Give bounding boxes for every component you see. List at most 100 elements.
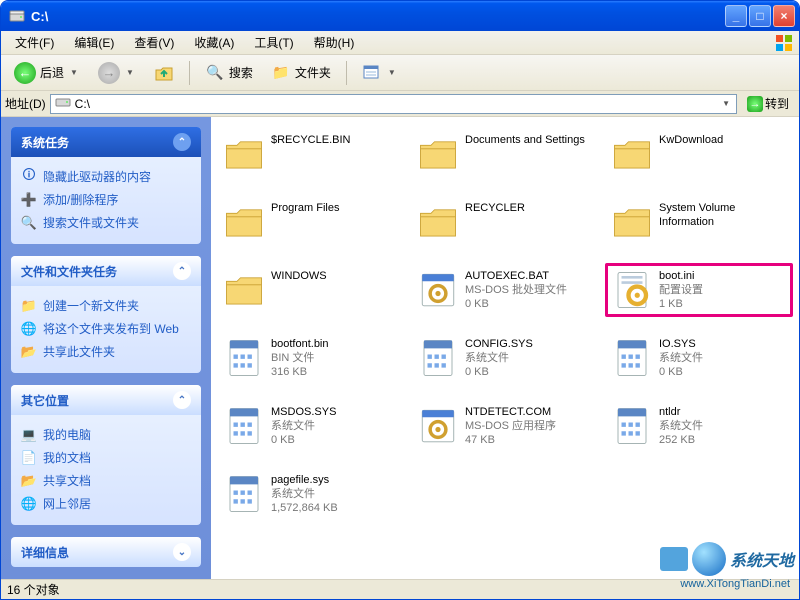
menu-help[interactable]: 帮助(H) — [304, 32, 365, 53]
file-tile[interactable]: NTDETECT.COMMS-DOS 应用程序47 KB — [411, 399, 599, 453]
file-tile[interactable]: System Volume Information — [605, 195, 793, 249]
file-meta: IO.SYS系统文件0 KB — [659, 337, 703, 379]
back-button[interactable]: ← 后退 ▼ — [7, 58, 87, 88]
panel-header-system-tasks[interactable]: 系统任务 ⌃ — [11, 127, 201, 157]
panel-other-places: 其它位置 ⌃ 💻我的电脑📄我的文档📂共享文档🌐网上邻居 — [11, 385, 201, 525]
maximize-button[interactable]: □ — [749, 5, 771, 27]
task-icon: 💻 — [21, 427, 37, 443]
file-type: 系统文件 — [271, 419, 336, 433]
other-place-item[interactable]: 💻我的电脑 — [21, 423, 191, 446]
panel-header-details[interactable]: 详细信息 ⌄ — [11, 537, 201, 567]
menu-view[interactable]: 查看(V) — [124, 32, 184, 53]
file-tile[interactable]: ntldr系统文件252 KB — [605, 399, 793, 453]
files-pane[interactable]: $RECYCLE.BIN Documents and SettingsKwDown… — [211, 117, 799, 579]
drive-icon — [9, 8, 25, 24]
menu-tools[interactable]: 工具(T) — [244, 32, 303, 53]
titlebar[interactable]: C:\ _ □ × — [1, 1, 799, 31]
file-size: 0 KB — [465, 297, 567, 311]
panel-system-tasks: 系统任务 ⌃ 🛈隐藏此驱动器的内容➕添加/删除程序🔍搜索文件或文件夹 — [11, 127, 201, 244]
menu-edit[interactable]: 编辑(E) — [64, 32, 124, 53]
file-size: 0 KB — [659, 365, 703, 379]
file-task-item[interactable]: 📂共享此文件夹 — [21, 340, 191, 363]
file-icon — [417, 405, 459, 447]
chevron-up-icon: ⌃ — [173, 391, 191, 409]
file-tile[interactable]: KwDownload — [605, 127, 793, 181]
file-task-item[interactable]: 📁创建一个新文件夹 — [21, 294, 191, 317]
system-task-item[interactable]: ➕添加/删除程序 — [21, 188, 191, 211]
file-tile[interactable]: IO.SYS系统文件0 KB — [605, 331, 793, 385]
file-name: RECYCLER — [465, 201, 525, 215]
file-tile[interactable]: bootfont.binBIN 文件316 KB — [217, 331, 405, 385]
file-tile[interactable]: Program Files — [217, 195, 405, 249]
menu-file[interactable]: 文件(F) — [5, 32, 64, 53]
file-name: ntldr — [659, 405, 703, 419]
panel-file-tasks: 文件和文件夹任务 ⌃ 📁创建一个新文件夹🌐将这个文件夹发布到 Web📂共享此文件… — [11, 256, 201, 373]
toolbar-separator — [346, 61, 347, 85]
file-meta: ntldr系统文件252 KB — [659, 405, 703, 447]
file-type: MS-DOS 批处理文件 — [465, 283, 567, 297]
file-task-item[interactable]: 🌐将这个文件夹发布到 Web — [21, 317, 191, 340]
file-tile[interactable]: $RECYCLE.BIN — [217, 127, 405, 181]
task-icon: 📁 — [21, 298, 37, 314]
file-meta: CONFIG.SYS系统文件0 KB — [465, 337, 533, 379]
minimize-button[interactable]: _ — [725, 5, 747, 27]
address-input-wrapper[interactable]: ▼ — [50, 94, 737, 114]
file-name: CONFIG.SYS — [465, 337, 533, 351]
panel-header-other-places[interactable]: 其它位置 ⌃ — [11, 385, 201, 415]
views-icon — [362, 63, 382, 83]
back-label: 后退 — [40, 64, 64, 81]
up-icon — [154, 63, 174, 83]
folders-button[interactable]: 📁 文件夹 — [264, 59, 338, 87]
system-tasks-list: 🛈隐藏此驱动器的内容➕添加/删除程序🔍搜索文件或文件夹 — [11, 157, 201, 244]
folder-icon — [223, 133, 265, 175]
address-dropdown-icon[interactable]: ▼ — [720, 99, 732, 108]
file-name: boot.ini — [659, 269, 703, 283]
other-place-item[interactable]: 📂共享文档 — [21, 469, 191, 492]
file-icon — [223, 473, 265, 515]
file-icon — [223, 405, 265, 447]
close-button[interactable]: × — [773, 5, 795, 27]
system-task-item[interactable]: 🛈隐藏此驱动器的内容 — [21, 165, 191, 188]
file-tile[interactable]: RECYCLER — [411, 195, 599, 249]
address-input[interactable] — [75, 97, 716, 111]
system-task-item[interactable]: 🔍搜索文件或文件夹 — [21, 211, 191, 234]
chevron-down-icon: ⌄ — [173, 543, 191, 561]
task-label: 网上邻居 — [43, 495, 91, 512]
go-button[interactable]: → 转到 — [741, 93, 795, 114]
go-label: 转到 — [765, 95, 789, 112]
forward-button[interactable]: → ▼ — [91, 58, 143, 88]
file-tile[interactable]: boot.ini配置设置1 KB — [605, 263, 793, 317]
task-label: 添加/删除程序 — [43, 191, 118, 208]
file-tile[interactable]: CONFIG.SYS系统文件0 KB — [411, 331, 599, 385]
menu-favorites[interactable]: 收藏(A) — [184, 32, 244, 53]
task-icon: 🌐 — [21, 321, 37, 337]
side-panel: 系统任务 ⌃ 🛈隐藏此驱动器的内容➕添加/删除程序🔍搜索文件或文件夹 文件和文件… — [1, 117, 211, 579]
other-place-item[interactable]: 📄我的文档 — [21, 446, 191, 469]
up-button[interactable] — [147, 59, 181, 87]
file-meta: $RECYCLE.BIN — [271, 133, 350, 147]
file-meta: boot.ini配置设置1 KB — [659, 269, 703, 311]
forward-icon: → — [98, 62, 120, 84]
panel-header-file-tasks[interactable]: 文件和文件夹任务 ⌃ — [11, 256, 201, 286]
file-type: 配置设置 — [659, 283, 703, 297]
file-size: 316 KB — [271, 365, 329, 379]
file-icon — [223, 337, 265, 379]
file-tile[interactable]: AUTOEXEC.BATMS-DOS 批处理文件0 KB — [411, 263, 599, 317]
file-type: BIN 文件 — [271, 351, 329, 365]
folder-icon — [611, 133, 653, 175]
file-meta: NTDETECT.COMMS-DOS 应用程序47 KB — [465, 405, 556, 447]
file-name: System Volume Information — [659, 201, 787, 229]
file-tile[interactable]: WINDOWS — [217, 263, 405, 317]
file-meta: MSDOS.SYS系统文件0 KB — [271, 405, 336, 447]
file-tile[interactable]: MSDOS.SYS系统文件0 KB — [217, 399, 405, 453]
panel-title-details: 详细信息 — [21, 544, 69, 561]
file-meta: bootfont.binBIN 文件316 KB — [271, 337, 329, 379]
chevron-up-icon: ⌃ — [173, 262, 191, 280]
file-tile[interactable]: pagefile.sys系统文件1,572,864 KB — [217, 467, 405, 521]
file-tile[interactable]: Documents and Settings — [411, 127, 599, 181]
file-type: 系统文件 — [659, 351, 703, 365]
views-button[interactable]: ▼ — [355, 59, 405, 87]
task-icon: 🛈 — [21, 169, 37, 185]
other-place-item[interactable]: 🌐网上邻居 — [21, 492, 191, 515]
search-button[interactable]: 🔍 搜索 — [198, 59, 260, 87]
